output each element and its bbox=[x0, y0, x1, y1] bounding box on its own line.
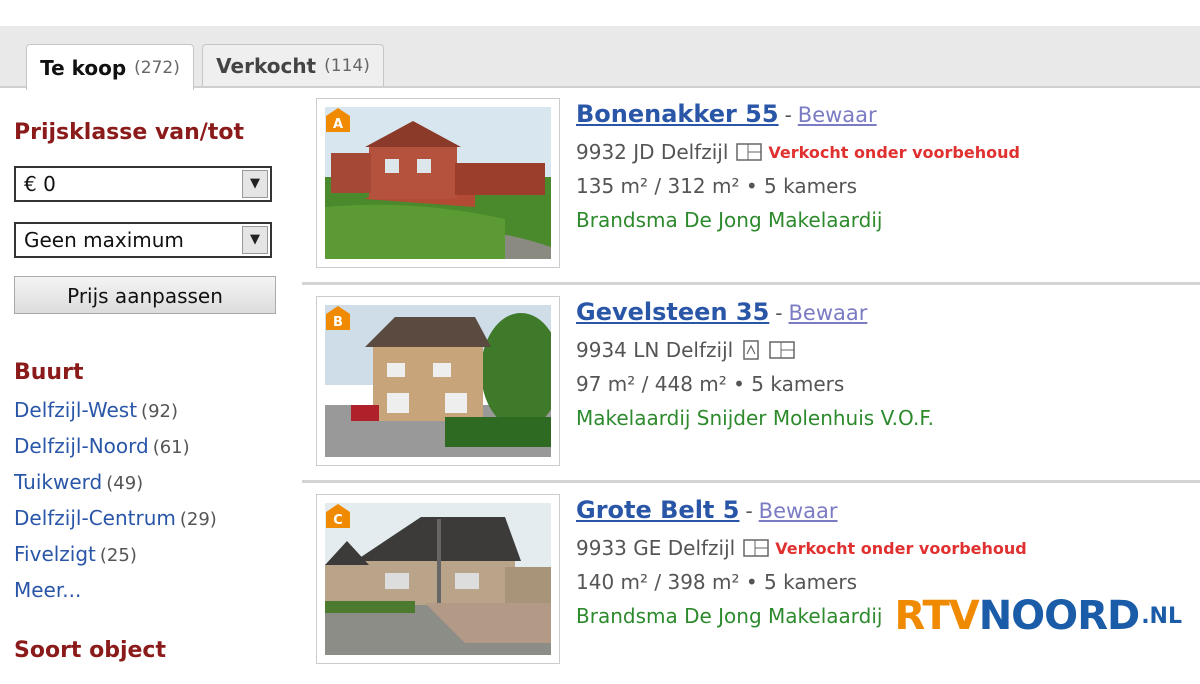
tab-label: Verkocht bbox=[216, 53, 317, 78]
listing-address-link[interactable]: Bonenakker 55 bbox=[576, 100, 779, 128]
apply-price-button[interactable]: Prijs aanpassen bbox=[14, 276, 276, 314]
save-link[interactable]: Bewaar bbox=[789, 301, 868, 325]
separator: - bbox=[745, 499, 753, 523]
min-price-value: € 0 bbox=[24, 172, 56, 196]
max-price-select[interactable]: Geen maximum ▼ bbox=[14, 222, 272, 258]
floorplan-icon bbox=[743, 539, 769, 557]
house-photo-image bbox=[325, 107, 551, 259]
marker-a-icon: A bbox=[326, 108, 350, 132]
rtv-noord-logo: RTV NOORD .NL bbox=[894, 593, 1182, 639]
floorplan-icon bbox=[736, 143, 763, 161]
listing-address-link[interactable]: Grote Belt 5 bbox=[576, 496, 739, 524]
logo-text-rtv: RTV bbox=[894, 593, 979, 639]
min-price-select[interactable]: € 0 ▼ bbox=[14, 166, 272, 202]
listing-item[interactable]: C Grote Belt 5- Bewaar 9933 GE Delfzijl V… bbox=[302, 494, 1200, 684]
agency-link[interactable]: Brandsma De Jong Makelaardij bbox=[576, 208, 882, 232]
price-heading: Prijsklasse van/tot bbox=[14, 120, 244, 145]
neighborhood-item[interactable]: Delfzijl-Centrum (29) bbox=[14, 506, 217, 530]
neighborhood-item[interactable]: Delfzijl-West (92) bbox=[14, 398, 178, 422]
floorplan-icon bbox=[769, 341, 795, 359]
pdf-brochure-icon bbox=[743, 340, 759, 360]
save-link[interactable]: Bewaar bbox=[759, 499, 838, 523]
dropdown-arrow-icon[interactable]: ▼ bbox=[242, 226, 268, 254]
property-photo[interactable]: A bbox=[316, 98, 560, 268]
neighborhood-count: (61) bbox=[152, 437, 190, 458]
neighborhood-count: (29) bbox=[179, 509, 217, 530]
svg-text:C: C bbox=[333, 513, 343, 528]
neighborhood-link[interactable]: Delfzijl-West bbox=[14, 398, 137, 422]
neighborhood-link[interactable]: Delfzijl-Centrum bbox=[14, 506, 176, 530]
listing-item[interactable]: A Bonenakker 55- Bewaar 9932 JD Delfzijl … bbox=[302, 98, 1200, 288]
save-link[interactable]: Bewaar bbox=[798, 103, 877, 127]
postal-city: 9934 LN Delfzijl bbox=[576, 338, 734, 362]
svg-text:B: B bbox=[333, 315, 343, 330]
neighborhood-count: (92) bbox=[141, 401, 178, 422]
neighborhood-count: (49) bbox=[106, 473, 144, 494]
dropdown-arrow-icon[interactable]: ▼ bbox=[242, 170, 268, 198]
house-photo-image bbox=[325, 503, 551, 655]
neighborhood-link[interactable]: Delfzijl-Noord bbox=[14, 434, 149, 458]
property-photo[interactable]: B bbox=[316, 296, 560, 466]
house-photo-image bbox=[325, 305, 551, 457]
status-label: Verkocht onder voorbehoud bbox=[775, 538, 1027, 558]
neighborhood-link[interactable]: Fivelzigt bbox=[14, 542, 96, 566]
tab-te-koop[interactable]: Te koop (272) bbox=[26, 44, 194, 90]
neighborhood-link[interactable]: Tuikwerd bbox=[14, 470, 102, 494]
listing-separator bbox=[302, 480, 1200, 483]
neighborhood-item[interactable]: Tuikwerd (49) bbox=[14, 470, 143, 494]
listing-address-link[interactable]: Gevelsteen 35 bbox=[576, 298, 769, 326]
listing-details: 135 m² / 312 m² • 5 kamers bbox=[576, 174, 858, 198]
more-neighborhoods-link[interactable]: Meer... bbox=[14, 578, 81, 602]
tab-label: Te koop bbox=[40, 55, 127, 80]
max-price-value: Geen maximum bbox=[24, 228, 184, 252]
listing-item[interactable]: B Gevelsteen 35- Bewaar 9934 LN Delfzijl … bbox=[302, 296, 1200, 486]
listing-details: 97 m² / 448 m² • 5 kamers bbox=[576, 372, 845, 396]
logo-text-nl: .NL bbox=[1141, 603, 1182, 629]
tab-count: (114) bbox=[324, 55, 370, 76]
object-type-heading: Soort object bbox=[14, 638, 166, 663]
neighborhood-item[interactable]: Fivelzigt (25) bbox=[14, 542, 137, 566]
neighborhood-count: (25) bbox=[99, 545, 137, 566]
tab-verkocht[interactable]: Verkocht (114) bbox=[202, 44, 384, 86]
agency-link[interactable]: Brandsma De Jong Makelaardij bbox=[576, 604, 882, 628]
neighborhood-item[interactable]: Delfzijl-Noord (61) bbox=[14, 434, 190, 458]
listing-details: 140 m² / 398 m² • 5 kamers bbox=[576, 570, 858, 594]
agency-link[interactable]: Makelaardij Snijder Molenhuis V.O.F. bbox=[576, 406, 934, 430]
marker-c-icon: C bbox=[326, 504, 350, 528]
status-label: Verkocht onder voorbehoud bbox=[768, 142, 1020, 162]
postal-city: 9932 JD Delfzijl bbox=[576, 140, 729, 164]
marker-b-icon: B bbox=[326, 306, 350, 330]
tab-count: (272) bbox=[134, 57, 180, 78]
separator: - bbox=[775, 301, 783, 325]
property-photo[interactable]: C bbox=[316, 494, 560, 664]
top-band bbox=[0, 0, 1200, 26]
separator: - bbox=[784, 103, 792, 127]
listing-separator bbox=[302, 282, 1200, 285]
postal-city: 9933 GE Delfzijl bbox=[576, 536, 736, 560]
svg-text:A: A bbox=[333, 117, 343, 132]
neighborhood-heading: Buurt bbox=[14, 360, 84, 385]
logo-text-noord: NOORD bbox=[978, 593, 1140, 639]
